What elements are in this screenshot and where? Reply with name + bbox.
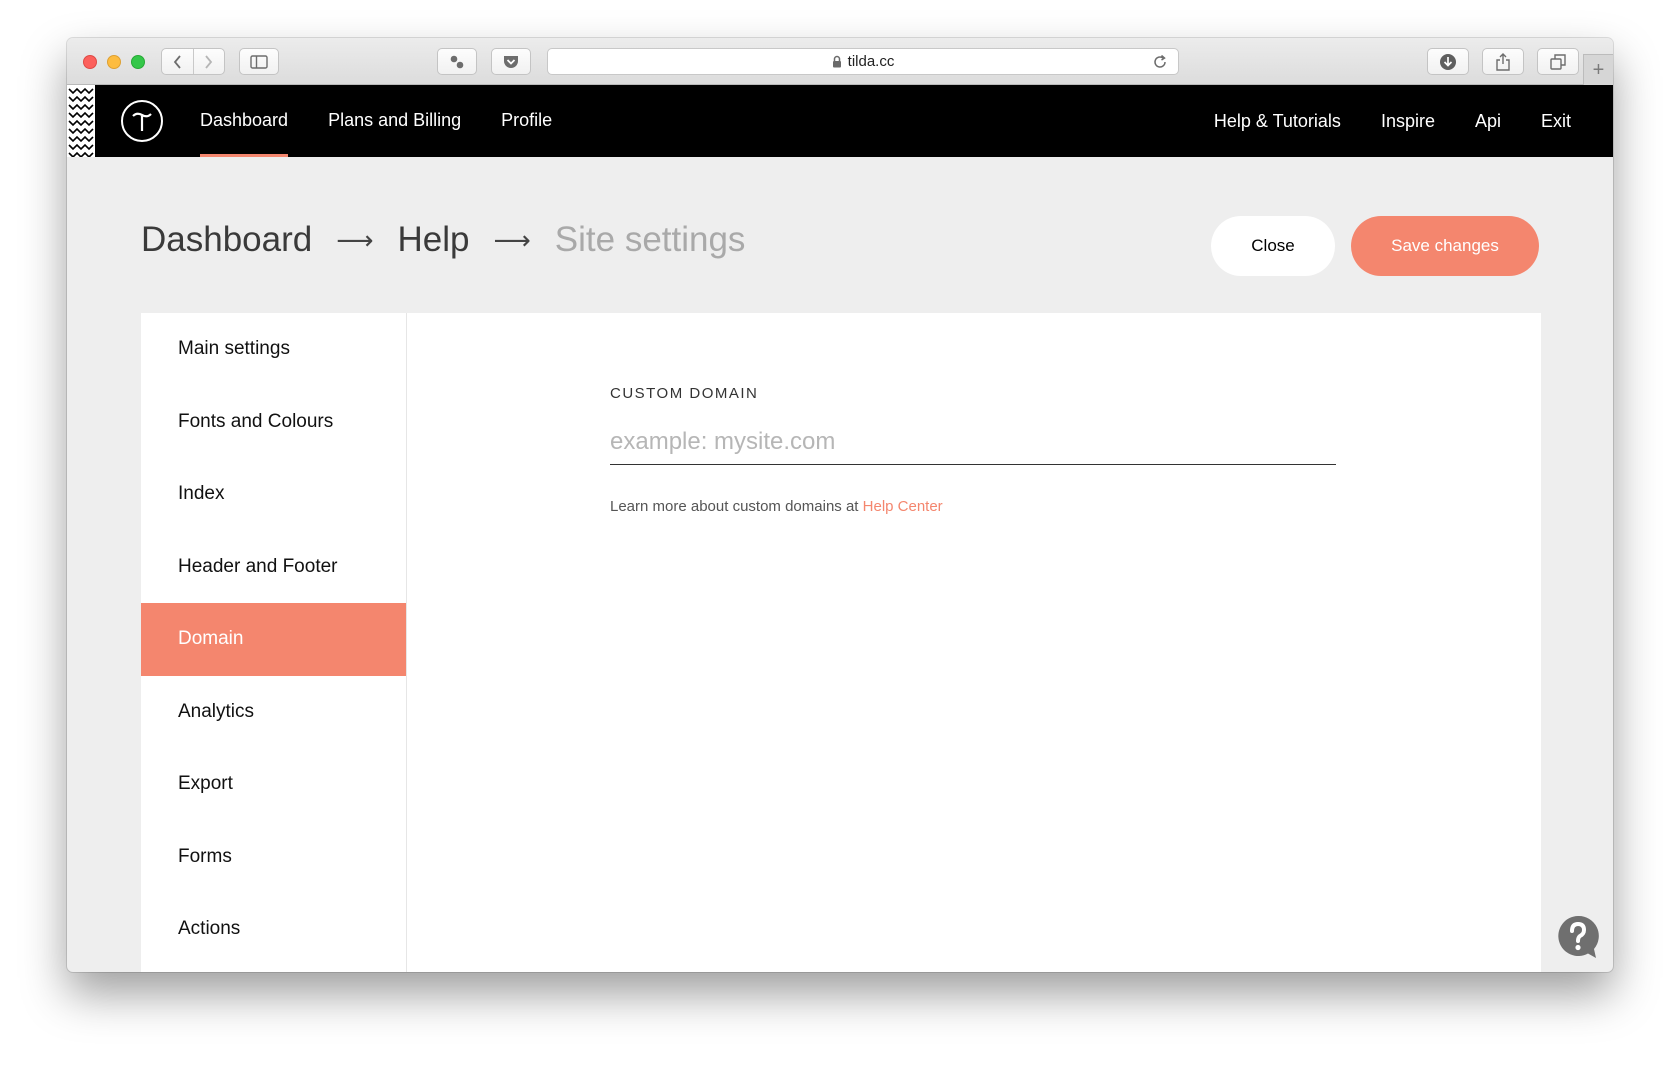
history-navigation	[161, 48, 225, 75]
breadcrumb-site-settings: Site settings	[554, 220, 746, 259]
help-center-link[interactable]: Help Center	[863, 498, 943, 515]
breadcrumb-separator: ⟶	[493, 224, 531, 255]
domain-settings: CUSTOM DOMAIN Learn more about custom do…	[407, 313, 1541, 972]
tilda-logo-icon[interactable]	[121, 100, 163, 142]
reload-icon[interactable]	[1152, 54, 1168, 70]
share-icon[interactable]	[1482, 48, 1524, 75]
sidebar-icon[interactable]	[239, 48, 279, 75]
sidebar-item-domain[interactable]: Domain	[141, 603, 406, 676]
breadcrumb: Dashboard ⟶ Help ⟶ Site settings	[141, 215, 745, 265]
extension-icon[interactable]	[437, 48, 477, 75]
zigzag-pattern	[67, 85, 95, 157]
close-button[interactable]: Close	[1211, 216, 1335, 276]
sidebar-item-forms[interactable]: Forms	[141, 821, 406, 894]
browser-toolbar: tilda.cc +	[67, 38, 1613, 85]
settings-panel: Main settings Fonts and Colours Index He…	[141, 313, 1541, 972]
browser-window: tilda.cc + Dashboard Plans and Billing P…	[67, 38, 1613, 972]
pocket-icon[interactable]	[491, 48, 531, 75]
address-bar[interactable]: tilda.cc	[547, 48, 1179, 75]
domain-hint-text: Learn more about custom domains at	[610, 498, 863, 515]
breadcrumb-dashboard[interactable]: Dashboard	[141, 220, 312, 260]
custom-domain-label: CUSTOM DOMAIN	[610, 385, 759, 402]
url-text: tilda.cc	[847, 53, 895, 70]
nav-dashboard[interactable]: Dashboard	[200, 85, 289, 157]
settings-sidebar: Main settings Fonts and Colours Index He…	[141, 313, 407, 972]
tabs-icon[interactable]	[1537, 48, 1579, 75]
secondary-nav: Help & Tutorials Inspire Api Exit	[1174, 85, 1571, 157]
download-icon[interactable]	[1427, 48, 1469, 75]
nav-profile[interactable]: Profile	[501, 85, 552, 157]
breadcrumb-separator: ⟶	[336, 224, 374, 255]
nav-exit[interactable]: Exit	[1541, 85, 1571, 157]
nav-inspire[interactable]: Inspire	[1381, 85, 1435, 157]
minimize-window-button[interactable]	[107, 55, 121, 69]
sidebar-item-main-settings[interactable]: Main settings	[141, 313, 406, 386]
lock-icon	[832, 55, 842, 68]
help-bubble-icon[interactable]	[1554, 913, 1602, 961]
forward-icon[interactable]	[192, 49, 225, 74]
nav-help-tutorials[interactable]: Help & Tutorials	[1214, 85, 1341, 157]
save-changes-button[interactable]: Save changes	[1351, 216, 1539, 276]
site-header: Dashboard Plans and Billing Profile Help…	[67, 85, 1613, 157]
sidebar-item-header-footer[interactable]: Header and Footer	[141, 531, 406, 604]
sidebar-item-actions[interactable]: Actions	[141, 893, 406, 966]
new-tab-icon[interactable]: +	[1583, 54, 1613, 85]
domain-hint: Learn more about custom domains at Help …	[610, 498, 943, 515]
main-nav: Dashboard Plans and Billing Profile	[200, 85, 592, 157]
sidebar-item-fonts-colours[interactable]: Fonts and Colours	[141, 386, 406, 459]
sidebar-item-export[interactable]: Export	[141, 748, 406, 821]
custom-domain-input[interactable]	[610, 419, 1336, 465]
nav-api[interactable]: Api	[1475, 85, 1501, 157]
nav-plans-billing[interactable]: Plans and Billing	[328, 85, 461, 157]
back-icon[interactable]	[162, 49, 193, 74]
breadcrumb-help[interactable]: Help	[398, 220, 470, 260]
close-window-button[interactable]	[83, 55, 97, 69]
sidebar-item-index[interactable]: Index	[141, 458, 406, 531]
sidebar-item-analytics[interactable]: Analytics	[141, 676, 406, 749]
zoom-window-button[interactable]	[131, 55, 145, 69]
